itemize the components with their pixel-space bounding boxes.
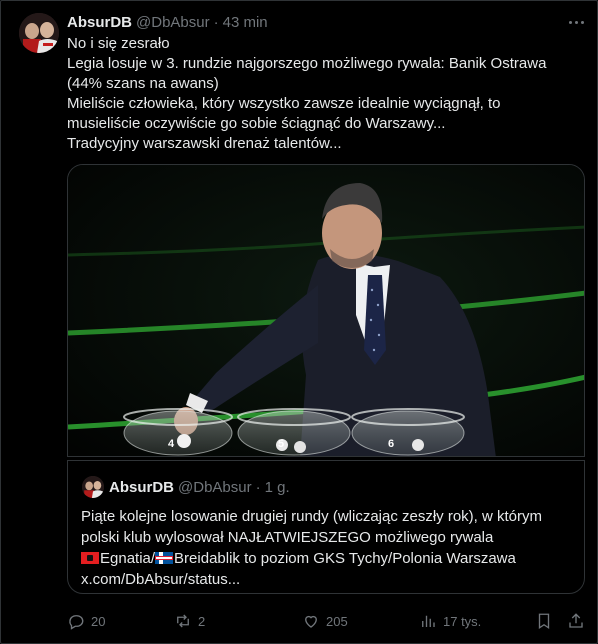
quote-line: Piąte kolejne losowanie drugiej rundy (w… [81, 508, 543, 525]
tweet-photo[interactable]: 4 5 6 [67, 164, 585, 457]
quote-line-part: Egnatia/ [100, 550, 156, 567]
quote-author-avatar [82, 476, 104, 498]
quote-header: AbsurDB @DbAbsur · 1 g. [109, 477, 290, 497]
bowl-number: 4 [168, 438, 175, 450]
reply-count: 20 [91, 613, 106, 629]
share-button[interactable] [567, 609, 585, 633]
separator-dot: · [213, 13, 219, 31]
albania-flag-icon [81, 552, 99, 564]
tweet-time[interactable]: 43 min [223, 14, 268, 31]
quote-line-part: Breidablik to poziom GKS Tychy/Polonia W… [174, 550, 516, 567]
tweet-header: AbsurDB @DbAbsur · 43 min [67, 12, 268, 32]
views-button[interactable]: 17 tys. [419, 609, 481, 633]
tweet-line: Tradycyjny warszawski drenaż talentów... [67, 135, 342, 152]
more-icon[interactable] [566, 13, 586, 31]
bowl-number: 6 [388, 438, 394, 450]
bookmark-button[interactable] [535, 609, 553, 633]
quote-time: 1 g. [264, 478, 290, 496]
like-count: 205 [326, 613, 348, 629]
bowl-number: 5 [278, 438, 284, 450]
author-avatar[interactable] [19, 13, 59, 53]
quote-link[interactable]: x.com/DbAbsur/status... [81, 569, 581, 590]
reply-button[interactable]: 20 [67, 609, 105, 633]
quote-line: polski klub wylosował NAJŁATWIEJSZEGO mo… [81, 529, 494, 546]
reply-icon [69, 615, 84, 630]
tweet-line: (44% szans na awans) [67, 75, 219, 92]
separator-dot: · [255, 478, 261, 496]
views-icon [422, 615, 435, 627]
repost-icon [177, 614, 189, 628]
quote-line: Egnatia/Breidablik to poziom GKS Tychy/P… [81, 548, 581, 569]
tweet-line: musieliście oczywiście go sobie ściągnąć… [67, 115, 446, 132]
action-bar: 20 2 205 17 tys. [67, 609, 587, 633]
author-name[interactable]: AbsurDB [67, 14, 132, 31]
iceland-flag-icon [155, 552, 174, 564]
heart-icon [305, 615, 317, 628]
tweet-line: Mieliście człowieka, który wszystko zaws… [67, 95, 501, 112]
tweet-line: Legia losuje w 3. rundzie najgorszego mo… [67, 55, 547, 72]
author-handle[interactable]: @DbAbsur [136, 14, 210, 31]
quoted-tweet[interactable]: AbsurDB @DbAbsur · 1 g. Piąte kolejne lo… [67, 460, 585, 594]
share-icon [569, 613, 583, 628]
quote-author-name: AbsurDB [109, 478, 175, 496]
like-button[interactable]: 205 [302, 609, 348, 633]
quote-author-handle: @DbAbsur [178, 478, 252, 496]
tweet-text: No i się zesrało Legia losuje w 3. rundz… [67, 34, 587, 154]
quote-text: Piąte kolejne losowanie drugiej rundy (w… [81, 506, 581, 590]
tweet[interactable]: AbsurDB @DbAbsur · 43 min No i się zesra… [0, 0, 598, 644]
tweet-line: No i się zesrało [67, 35, 170, 52]
view-count: 17 tys. [443, 613, 482, 629]
repost-count: 2 [198, 613, 206, 629]
bookmark-icon [538, 613, 550, 630]
repost-button[interactable]: 2 [174, 609, 205, 633]
